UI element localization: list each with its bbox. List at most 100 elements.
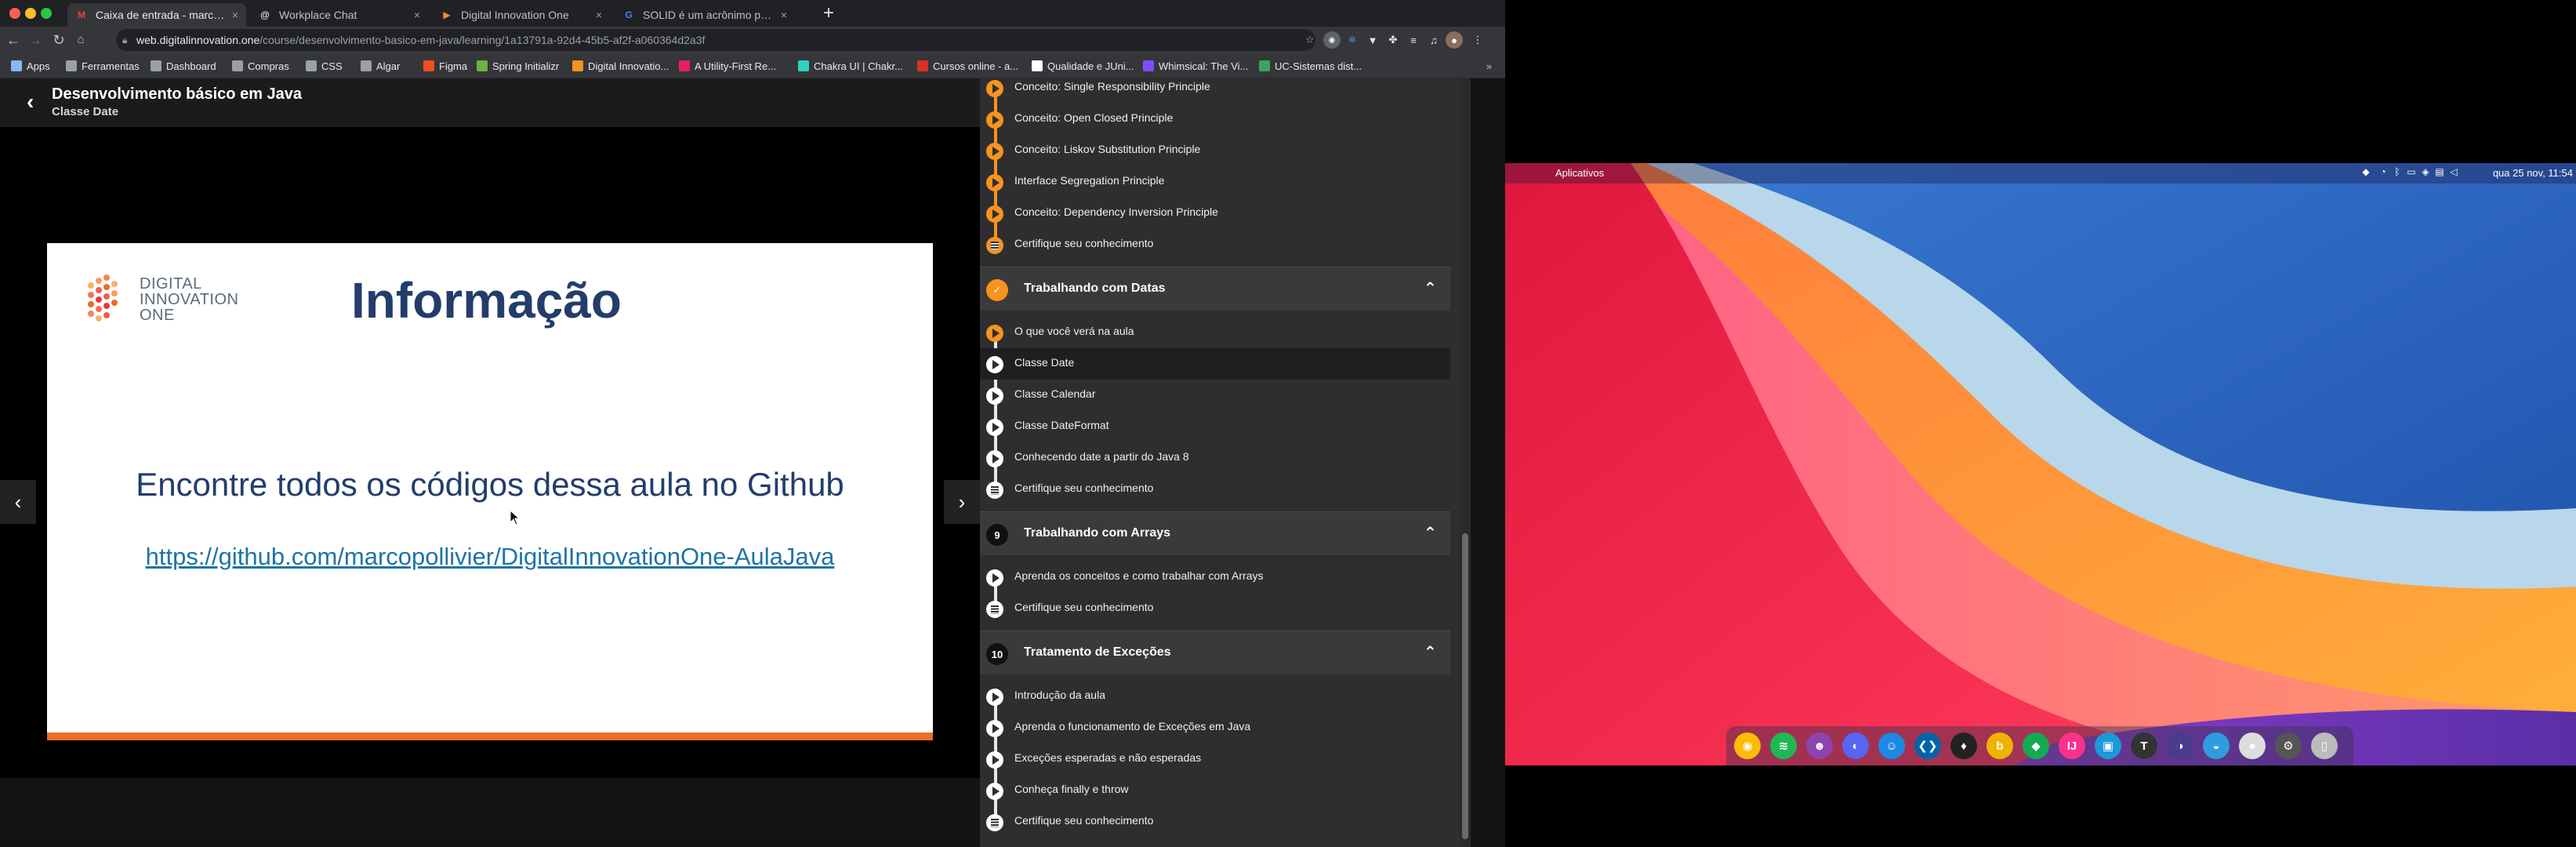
lesson-item[interactable]: O que você verá na aula [980,317,1450,348]
browser-tab[interactable]: G SOLID é um acrônimo para: - B × [615,3,795,27]
bookmark-item[interactable]: CSS [306,58,343,74]
bookmark-item[interactable]: Spring Initializr [477,58,559,74]
intellij-icon[interactable]: IJ [2059,732,2085,759]
wifi-icon[interactable]: ◔ [2377,166,2389,179]
close-tab-icon[interactable]: × [414,9,420,21]
spotify-icon[interactable]: ≋ [1770,732,1797,759]
module-header[interactable]: ✓ Trabalhando com Datas ⌃ [980,267,1450,311]
home-button[interactable]: ⌂ [71,30,91,50]
bookmark-item[interactable]: UC-Sistemas dist... [1259,58,1362,74]
lesson-item[interactable]: Exceções esperadas e não esperadas [980,743,1450,775]
sidebar-scrollbar[interactable] [1460,78,1471,847]
window-close-button[interactable] [9,8,20,19]
chevron-up-icon[interactable]: ⌃ [1424,523,1437,543]
next-slide-button[interactable]: › [944,480,980,524]
new-tab-button[interactable]: + [823,4,834,23]
chevron-up-icon[interactable]: ⌃ [1424,642,1437,662]
battery-icon[interactable]: ▭ [2405,166,2418,179]
browser-tab[interactable]: @ Workplace Chat × [251,3,428,27]
lesson-item[interactable]: Conheça finally e throw [980,775,1450,806]
lesson-item[interactable]: Interface Segregation Principle [980,166,1450,198]
window-minimize-button[interactable] [25,8,36,19]
browser-icon[interactable]: ◒ [2203,732,2230,759]
app-indicator-icon[interactable]: ◆ [2360,166,2372,179]
lesson-item[interactable]: Classe Calendar [980,380,1450,411]
chrome-icon[interactable]: ◉ [1734,732,1761,759]
extension-icon[interactable]: ◉ [1323,31,1341,49]
bookmark-item[interactable]: Compras [232,58,289,74]
vue-devtools-icon[interactable]: ▼ [1364,31,1381,49]
lesson-item[interactable]: Certifique seu conhecimento [980,593,1450,624]
puzzle-icon[interactable]: ✤ [1384,31,1402,49]
applications-menu[interactable]: Aplicativos [1555,167,1604,179]
lesson-item[interactable]: Certifique seu conhecimento [980,229,1450,260]
settings-icon[interactable]: ⚙ [2275,732,2302,759]
bookmark-item[interactable]: Ferramentas [66,58,140,74]
bookmark-item[interactable]: A Utility-First Re... [679,58,776,74]
more-menu-icon[interactable]: ⋮ [1469,31,1486,49]
react-devtools-icon[interactable]: ⚛ [1344,31,1361,49]
browser-tab[interactable]: ▶ Digital Innovation One × [433,3,610,27]
media-control-icon[interactable]: ♫ [1425,31,1442,49]
lesson-item[interactable]: Certifique seu conhecimento [980,474,1450,505]
insomnia-icon[interactable]: ♦ [1950,732,1977,759]
bookmark-item[interactable]: Dashboard [151,58,216,74]
bookmark-star-icon[interactable]: ☆ [1301,31,1319,49]
bookmark-item[interactable]: Apps [11,58,50,74]
volume-icon[interactable]: ◁ [2447,166,2460,179]
back-button[interactable]: ← [3,30,24,50]
chevron-up-icon[interactable]: ⌃ [1424,278,1437,298]
discord-icon[interactable]: ◐ [1842,732,1869,759]
vscode-icon[interactable]: ❮❯ [1914,732,1941,759]
mongodb-icon[interactable]: ◆ [2023,732,2049,759]
trash-icon[interactable]: ▯ [2311,732,2338,759]
bitwarden-icon[interactable]: b [1986,732,2013,759]
lesson-item[interactable]: Introdução da aula [980,681,1450,712]
close-tab-icon[interactable]: × [781,9,787,21]
lesson-player[interactable]: DIGITAL INNOVATION ONE Informação Encont… [0,127,980,778]
close-tab-icon[interactable]: × [232,9,238,21]
reload-button[interactable]: ↻ [49,30,69,50]
address-bar[interactable]: 🔒︎ web.digitalinnovation.one/course/dese… [116,29,1315,51]
network-icon[interactable]: ▤ [2433,166,2446,179]
previous-slide-button[interactable]: ‹ [0,480,36,524]
lesson-item[interactable]: Conhecendo date a partir do Java 8 [980,442,1450,474]
lesson-item[interactable]: Conceito: Open Closed Principle [980,104,1450,135]
module-header[interactable]: 10 Tratamento de Exceções ⌃ [980,631,1450,674]
window-maximize-button[interactable] [41,8,52,19]
browser-tab[interactable]: M Caixa de entrada - marcosvom × [67,3,246,27]
bookmark-item[interactable]: Chakra UI | Chakr... [798,58,903,74]
eclipse-icon[interactable]: ◑ [2167,732,2193,759]
bookmarks-overflow-icon[interactable]: » [1486,58,1492,74]
bookmark-item[interactable]: Digital Innovatio... [572,58,669,74]
finder-icon[interactable]: ☺ [1878,732,1905,759]
lesson-item[interactable]: Aprenda os conceitos e como trabalhar co… [980,562,1450,593]
reading-list-icon[interactable]: ≡ [1405,31,1422,49]
lesson-item[interactable]: Conceito: Single Responsibility Principl… [980,78,1450,104]
shield-icon[interactable]: ◈ [2419,166,2432,179]
clock[interactable]: qua 25 nov, 11:54 [2493,167,2573,179]
typora-icon[interactable]: T [2131,732,2157,759]
bluetooth-icon[interactable]: ᛒ [2391,166,2404,179]
game-icon[interactable]: ☻ [1806,732,1833,759]
lesson-item[interactable]: Conceito: Liskov Substitution Principle [980,135,1450,166]
lesson-item[interactable]: Certifique seu conhecimento [980,806,1450,838]
lesson-item[interactable]: Conceito: Dependency Inversion Principle [980,198,1450,229]
bookmark-item[interactable]: Whimsical: The Vi... [1143,58,1248,74]
lesson-item[interactable]: Aprenda o funcionamento de Exceções em J… [980,712,1450,743]
close-tab-icon[interactable]: × [596,9,602,21]
bookmark-item[interactable]: Algar [361,58,400,74]
lesson-item[interactable]: Classe Date [980,348,1450,380]
forward-button[interactable]: → [25,30,45,50]
module-header[interactable]: 9 Trabalhando com Arrays ⌃ [980,511,1450,555]
github-link[interactable]: https://github.com/marcopollivier/Digita… [47,543,933,571]
bookmark-item[interactable]: Qualidade e JUni... [1032,58,1134,74]
lesson-item[interactable]: Classe DateFormat [980,411,1450,442]
scrollbar-thumb[interactable] [1462,533,1468,839]
avatar[interactable]: ● [1446,31,1463,49]
bookmark-item[interactable]: Figma [423,58,467,74]
disk-icon[interactable]: ● [2239,732,2266,759]
virtualbox-icon[interactable]: ▣ [2095,732,2121,759]
back-to-course-icon[interactable]: ‹ [27,89,34,115]
bookmark-item[interactable]: Cursos online - a... [917,58,1018,74]
